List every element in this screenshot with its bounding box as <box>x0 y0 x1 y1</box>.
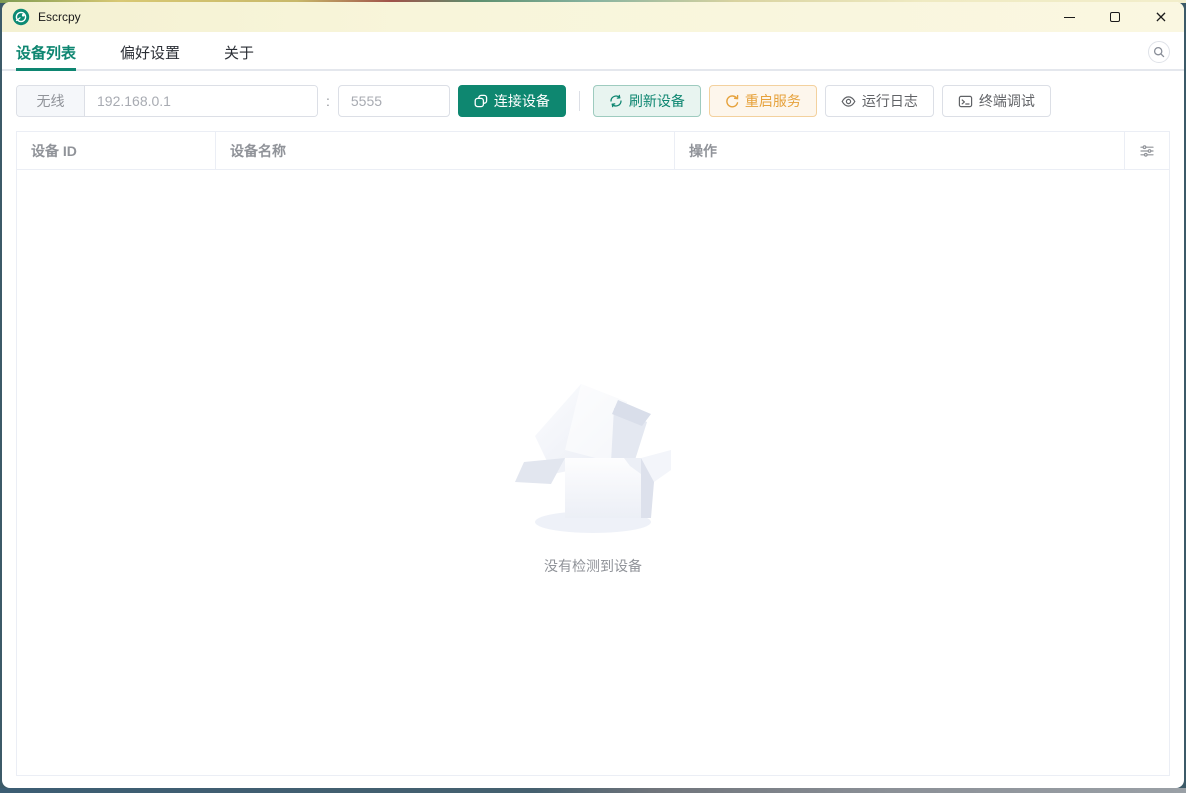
restart-service-label: 重启服务 <box>744 93 801 109</box>
app-window: Escrcpy × 设备列表 偏好设置 关于 无线 192.168.0.1: … <box>2 2 1184 788</box>
refresh-icon <box>610 94 622 108</box>
restart-service-button[interactable]: 重启服务 <box>708 85 817 117</box>
column-header-device-id: 设备 ID <box>17 132 216 169</box>
refresh-devices-button[interactable]: 刷新设备 <box>592 85 701 117</box>
tab-about-label: 关于 <box>224 44 255 62</box>
wireless-address-group: 无线 <box>16 85 318 117</box>
tab-about[interactable]: 关于 <box>224 32 254 72</box>
column-settings-icon <box>1140 144 1154 157</box>
minimize-button[interactable] <box>1046 2 1092 32</box>
eye-icon <box>841 95 856 107</box>
wireless-mode-select[interactable]: 无线 <box>17 86 85 116</box>
desktop-background: Escrcpy × 设备列表 偏好设置 关于 无线 192.168.0.1: … <box>0 0 1186 793</box>
restart-icon <box>726 94 739 108</box>
ip-address-input[interactable] <box>85 86 317 116</box>
terminal-debug-label: 终端调试 <box>978 93 1035 109</box>
window-controls: × <box>1046 2 1184 32</box>
device-table-header: 设备 ID 设备名称 操作 <box>17 132 1169 170</box>
maximize-icon <box>1110 12 1120 22</box>
close-button[interactable]: × <box>1138 2 1184 32</box>
port-input[interactable] <box>337 85 450 117</box>
tab-preferences-label: 偏好设置 <box>120 44 181 62</box>
run-logs-button[interactable]: 运行日志 <box>824 85 934 117</box>
tab-bar: 设备列表 偏好设置 关于 <box>2 32 1184 72</box>
device-table-empty-state: 没有检测到设备 <box>17 170 1169 775</box>
link-icon <box>474 94 488 108</box>
maximize-button[interactable] <box>1092 2 1138 32</box>
close-icon: × <box>1154 7 1168 26</box>
toolbar-divider <box>578 91 580 111</box>
device-table: 设备 ID 设备名称 操作 没有检测到设备 <box>16 131 1170 776</box>
titlebar: Escrcpy × <box>2 2 1184 32</box>
tab-preferences[interactable]: 偏好设置 <box>120 32 180 72</box>
tab-device-list[interactable]: 设备列表 <box>16 32 77 72</box>
empty-box-illustration <box>515 383 671 533</box>
port-separator: : <box>326 93 330 109</box>
column-header-actions: 操作 <box>675 132 1125 169</box>
terminal-debug-button[interactable]: 终端调试 <box>941 85 1051 117</box>
minimize-icon <box>1063 16 1075 18</box>
connect-device-label: 连接设备 <box>493 93 550 109</box>
terminal-icon <box>958 95 973 107</box>
search-button[interactable] <box>1148 41 1170 63</box>
app-logo-icon <box>12 8 30 26</box>
window-title: Escrcpy <box>38 10 81 24</box>
refresh-devices-label: 刷新设备 <box>628 93 685 109</box>
empty-state-text: 没有检测到设备 <box>544 557 642 574</box>
connect-device-button[interactable]: 连接设备 <box>457 85 566 117</box>
run-logs-label: 运行日志 <box>861 93 918 109</box>
column-header-device-name: 设备名称 <box>216 132 675 169</box>
tab-device-list-label: 设备列表 <box>16 44 77 62</box>
toolbar: 无线 : 连接设备 刷新设备 <box>16 85 1170 117</box>
column-settings-button[interactable] <box>1125 132 1169 169</box>
search-icon <box>1153 46 1165 58</box>
